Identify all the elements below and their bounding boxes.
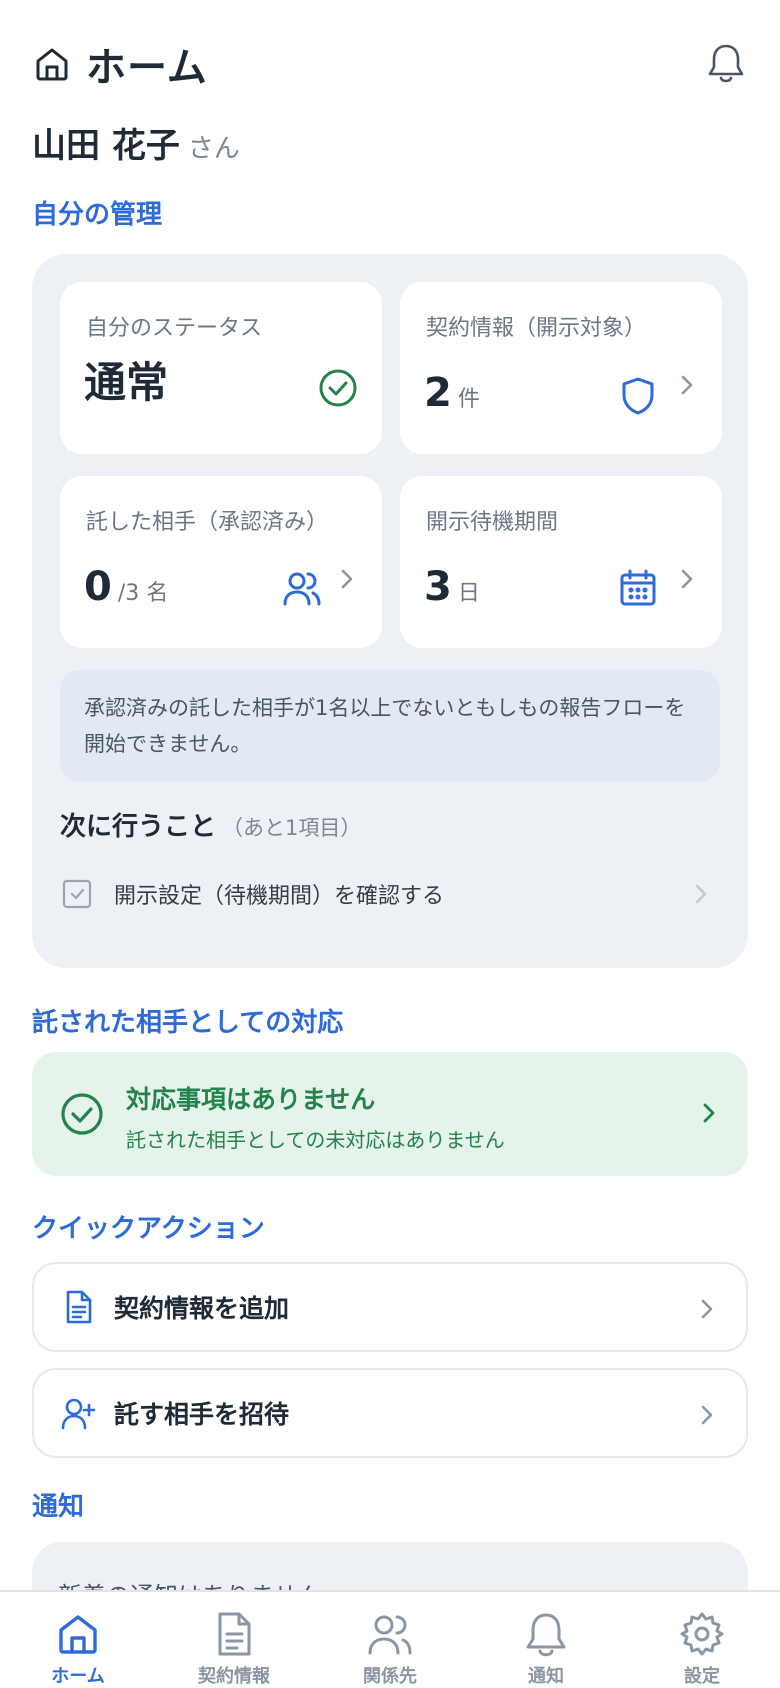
tab-settings-label: 設定 (684, 1666, 720, 1687)
todo-item-label: 開示設定（待機期間）を確認する (114, 884, 445, 909)
chevron-right-icon (703, 1103, 715, 1123)
status-card[interactable]: 自分のステータス 通常 (60, 282, 382, 454)
trusted-status-card[interactable]: 対応事項はありません 託された相手としての未対応はありません (32, 1052, 748, 1176)
invite-trustee-label: 託す相手を招待 (114, 1400, 290, 1429)
add-contract-button[interactable]: 契約情報を追加 (32, 1262, 748, 1352)
tab-relations-label: 関係先 (363, 1666, 417, 1687)
next-steps-title: 次に行うこと （あと1項目） (60, 812, 362, 842)
section-title-quick-actions: クイックアクション (32, 1214, 265, 1244)
waiting-period-label: 開示待機期間 (426, 510, 559, 535)
bottom-tab-bar: ホーム 契約情報 関係先 通知 設定 (0, 1590, 780, 1688)
checkbox-icon[interactable] (62, 879, 92, 909)
document-icon (218, 1612, 251, 1656)
tab-notifications-label: 通知 (528, 1666, 564, 1687)
chevron-right-icon (701, 1405, 713, 1425)
users-icon (283, 572, 321, 606)
todo-item[interactable]: 開示設定（待機期間）を確認する (60, 866, 720, 922)
gear-icon (680, 1612, 724, 1656)
contracts-label: 契約情報（開示対象） (426, 316, 647, 341)
users-icon (368, 1615, 412, 1655)
trusted-status-title: 対応事項はありません (126, 1085, 376, 1114)
tab-contracts[interactable]: 契約情報 (174, 1610, 294, 1688)
chevron-right-icon (695, 884, 707, 904)
check-circle-icon (61, 1093, 103, 1135)
bell-icon (526, 1613, 566, 1657)
self-management-panel: 自分のステータス 通常 契約情報（開示対象） 2件 託した相手（承認済み） 0/… (32, 254, 748, 968)
check-circle-icon (319, 369, 357, 407)
page-title: ホーム (86, 45, 208, 91)
tab-home[interactable]: ホーム (18, 1610, 138, 1688)
waiting-period-card[interactable]: 開示待機期間 3日 (400, 476, 722, 648)
section-title-notifications: 通知 (32, 1492, 85, 1522)
chevron-right-icon (341, 569, 353, 589)
invite-trustee-button[interactable]: 託す相手を招待 (32, 1368, 748, 1458)
contracts-value: 2件 (424, 370, 480, 416)
next-steps-remaining: （あと1項目） (222, 816, 362, 840)
user-name: 山田 花子 (32, 126, 180, 166)
trusted-persons-card[interactable]: 託した相手（承認済み） 0/3 名 (60, 476, 382, 648)
tab-settings[interactable]: 設定 (642, 1610, 762, 1688)
status-label: 自分のステータス (86, 316, 263, 341)
tab-home-label: ホーム (51, 1666, 105, 1687)
calendar-icon (620, 569, 656, 606)
chevron-right-icon (701, 1299, 713, 1319)
user-plus-icon (61, 1398, 96, 1430)
app-header: ホーム (32, 36, 748, 92)
document-icon (66, 1290, 92, 1324)
tab-relations[interactable]: 関係先 (330, 1610, 450, 1688)
notice-message: 承認済みの託した相手が1名以上でないともしもの報告フローを開始できません。 (60, 670, 720, 782)
add-contract-label: 契約情報を追加 (114, 1294, 290, 1323)
tab-notifications[interactable]: 通知 (486, 1610, 606, 1688)
bell-icon[interactable] (704, 40, 748, 88)
shield-icon (622, 377, 654, 415)
status-value: 通常 (84, 358, 169, 407)
trusted-status-subtitle: 託された相手としての未対応はありません (126, 1128, 505, 1152)
contracts-card[interactable]: 契約情報（開示対象） 2件 (400, 282, 722, 454)
user-greeting: 山田 花子 さん (32, 118, 240, 167)
chevron-right-icon (681, 569, 693, 589)
chevron-right-icon (681, 375, 693, 395)
home-icon (59, 1615, 97, 1654)
waiting-period-value: 3日 (424, 564, 480, 610)
trusted-persons-label: 託した相手（承認済み） (86, 510, 329, 535)
section-title-trusted: 託された相手としての対応 (32, 1008, 344, 1038)
section-title-self: 自分の管理 (32, 200, 163, 230)
user-suffix: さん (187, 134, 240, 164)
home-icon (36, 48, 68, 81)
tab-contracts-label: 契約情報 (198, 1666, 270, 1687)
trusted-persons-value: 0/3 名 (84, 564, 169, 610)
